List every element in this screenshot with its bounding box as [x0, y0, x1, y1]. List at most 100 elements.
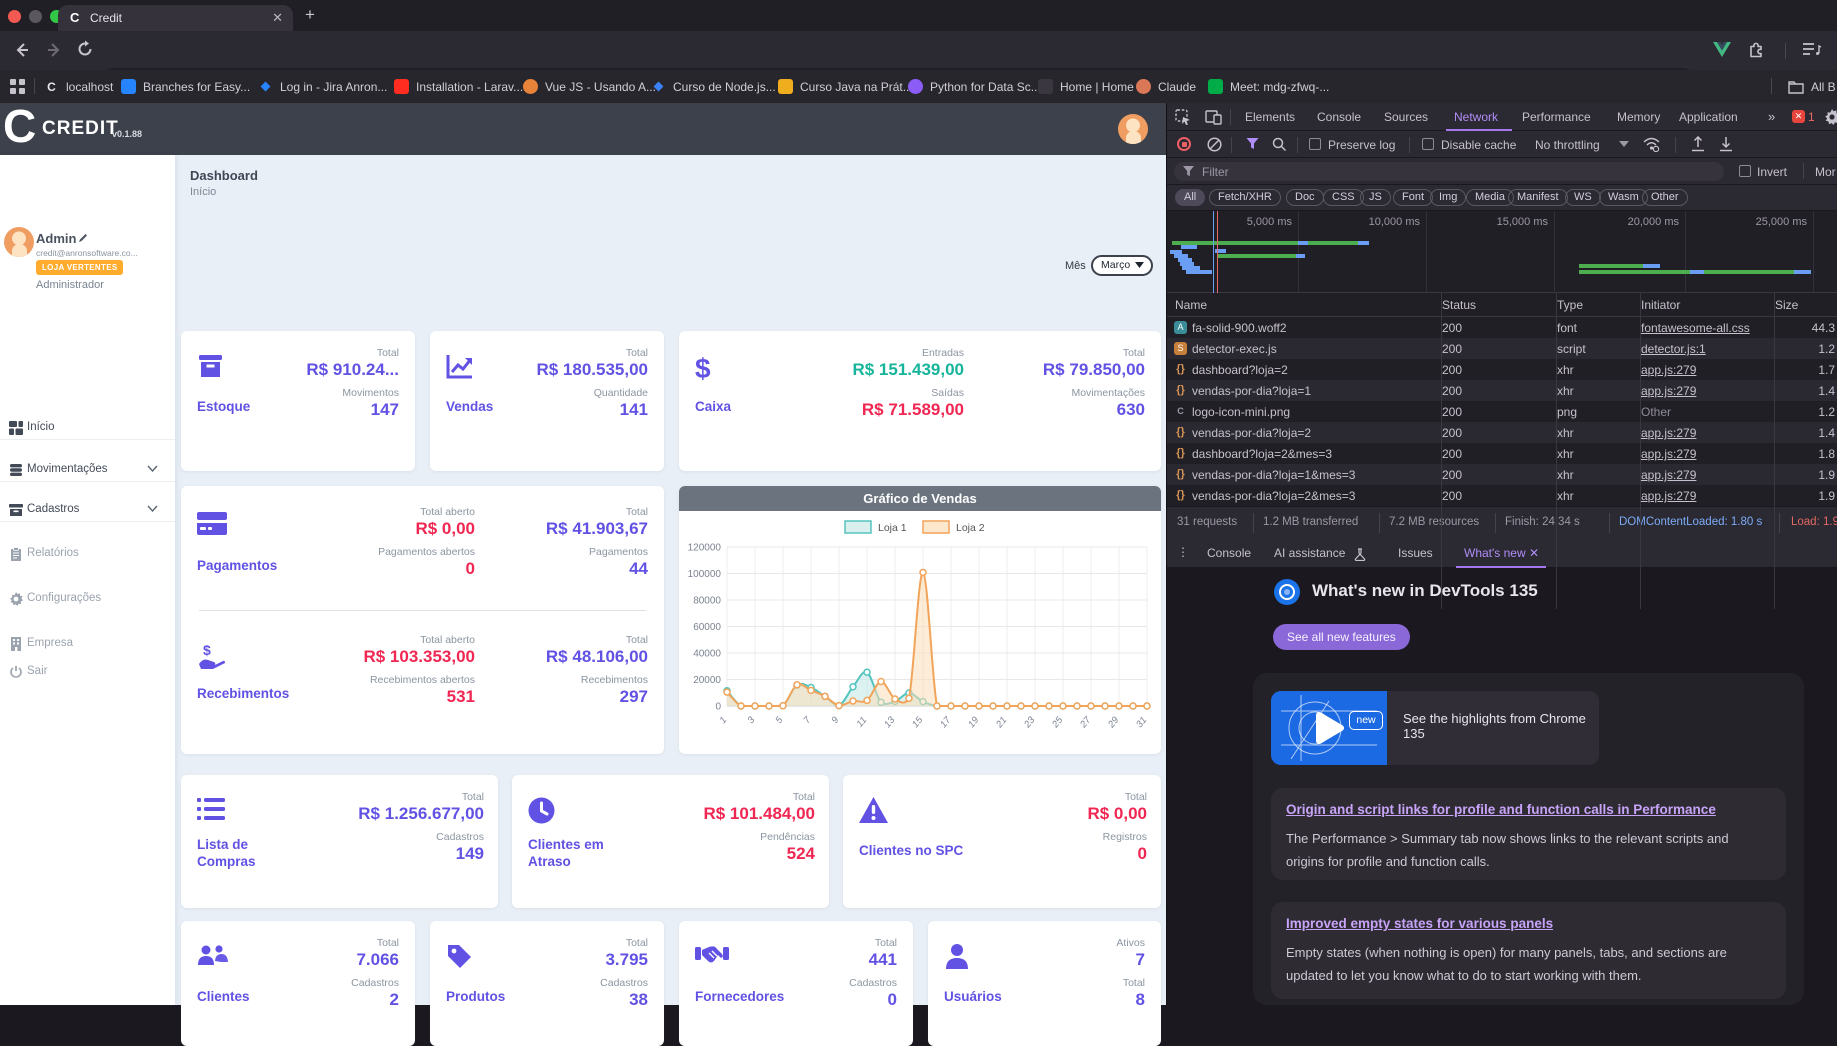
reload-icon[interactable] [76, 40, 94, 58]
throttling-select[interactable]: No throttling [1535, 138, 1600, 152]
drawer-tab-aiassistance[interactable]: AI assistance [1274, 546, 1345, 560]
invert-checkbox[interactable] [1739, 165, 1751, 177]
column-header-type[interactable]: Type [1557, 298, 1583, 312]
devtools-tab-memory[interactable]: Memory [1617, 110, 1660, 124]
drawer-menu-icon[interactable]: ⋮ [1177, 545, 1190, 559]
network-request-row[interactable]: {} vendas-por-dia?loja=2&mes=3 200 xhr app.j… [1167, 485, 1837, 506]
bookmark-item[interactable]: Meet: mdg-zfwq-... [1208, 78, 1329, 95]
network-request-row[interactable]: Sdetector-exec.js 200 script detector.js:1 1… [1167, 338, 1837, 359]
type-filter-ws[interactable]: WS [1565, 189, 1601, 206]
type-filter-manifest[interactable]: Manifest [1508, 189, 1568, 206]
import-har-icon[interactable] [1691, 136, 1705, 152]
bookmark-item[interactable]: Installation - Larav... [394, 78, 523, 95]
window-close-button[interactable] [8, 10, 21, 23]
request-initiator[interactable]: app.js:279 [1641, 468, 1769, 482]
sidebar-item-sair[interactable]: Sair [0, 657, 175, 687]
bookmark-item[interactable]: Branches for Easy... [121, 78, 250, 95]
vue-devtools-icon[interactable] [1713, 42, 1731, 58]
devtools-tab-sources[interactable]: Sources [1384, 110, 1428, 124]
export-har-icon[interactable] [1719, 136, 1733, 152]
more-tabs-icon[interactable]: » [1768, 109, 1775, 124]
devtools-tab-console[interactable]: Console [1317, 110, 1361, 124]
record-button[interactable] [1177, 137, 1191, 151]
forward-icon[interactable] [44, 40, 64, 60]
month-select[interactable]: Março [1091, 255, 1153, 276]
clear-icon[interactable] [1207, 137, 1222, 152]
extensions-icon[interactable] [1748, 41, 1766, 59]
type-filter-media[interactable]: Media [1466, 189, 1514, 206]
column-header-name[interactable]: Name [1175, 298, 1207, 312]
request-initiator[interactable]: app.js:279 [1641, 384, 1769, 398]
search-icon[interactable] [1272, 137, 1286, 151]
inspect-icon[interactable] [1175, 109, 1191, 125]
network-request-row[interactable]: {} vendas-por-dia?loja=1&mes=3 200 xhr app.j… [1167, 464, 1837, 485]
drawer-tab-issues[interactable]: Issues [1398, 546, 1433, 560]
request-initiator[interactable]: app.js:279 [1641, 426, 1769, 440]
type-filter-fetchxhr[interactable]: Fetch/XHR [1209, 189, 1281, 206]
type-filter-img[interactable]: Img [1430, 189, 1467, 206]
type-filter-css[interactable]: CSS [1323, 189, 1364, 206]
network-request-row[interactable]: Afa-solid-900.woff2 200 font fontawesome-al… [1167, 317, 1837, 338]
column-header-status[interactable]: Status [1442, 298, 1476, 312]
bookmark-item[interactable]: Log in - Jira Anron... [258, 78, 387, 95]
bookmark-item[interactable]: Curso de Node.js... [651, 78, 776, 95]
type-filter-all[interactable]: All [1175, 189, 1206, 206]
network-request-row[interactable]: {} vendas-por-dia?loja=1 200 xhr app.js:279 1… [1167, 380, 1837, 401]
highlights-video-card[interactable]: new See the highlights from Chrome 135 [1271, 691, 1599, 765]
network-request-row[interactable]: {} dashboard?loja=2&mes=3 200 xhr app.js:279… [1167, 443, 1837, 464]
all-bookmarks-button[interactable]: All B [1788, 78, 1836, 95]
article-link[interactable]: Origin and script links for profile and … [1286, 802, 1716, 817]
settings-gear-icon[interactable] [1824, 109, 1837, 125]
article-link[interactable]: Improved empty states for various panels [1286, 916, 1553, 931]
type-filter-wasm[interactable]: Wasm [1599, 189, 1648, 206]
type-filter-js[interactable]: JS [1360, 189, 1391, 206]
network-request-row[interactable]: Clogo-icon-mini.png 200 png Other 1.2 [1167, 401, 1837, 422]
reading-list-icon[interactable] [1802, 42, 1822, 59]
window-minimize-button[interactable] [29, 10, 42, 23]
filter-funnel-icon[interactable] [1246, 138, 1259, 150]
devtools-tab-network[interactable]: Network [1454, 110, 1498, 124]
disable-cache-checkbox[interactable] [1422, 138, 1434, 150]
type-filter-doc[interactable]: Doc [1286, 189, 1324, 206]
more-filters-label[interactable]: Mor [1815, 165, 1836, 179]
back-icon[interactable] [12, 40, 32, 60]
devtools-tab-application[interactable]: Application [1679, 110, 1738, 124]
type-filter-other[interactable]: Other [1642, 189, 1688, 206]
type-filter-font[interactable]: Font [1393, 189, 1434, 206]
request-initiator[interactable]: detector.js:1 [1641, 342, 1769, 356]
network-request-row[interactable]: {} dashboard?loja=2 200 xhr app.js:279 1.7 [1167, 359, 1837, 380]
see-all-features-button[interactable]: See all new features [1273, 624, 1410, 650]
bookmark-item[interactable]: Python for Data Sc... [908, 78, 1041, 95]
browser-tab[interactable]: C Credit ✕ [58, 5, 293, 31]
request-initiator[interactable]: app.js:279 [1641, 447, 1769, 461]
apps-grid-icon[interactable] [10, 79, 25, 94]
error-badge-icon[interactable]: ✕ [1792, 110, 1805, 123]
device-toolbar-icon[interactable] [1205, 109, 1222, 125]
tab-close-icon[interactable]: ✕ [272, 10, 283, 26]
bookmark-item[interactable]: Claude [1136, 78, 1196, 95]
drawer-tab-whatsnew[interactable]: What's new ✕ [1464, 546, 1539, 560]
bookmark-item[interactable]: Home | Home [1038, 78, 1134, 95]
preserve-log-checkbox[interactable] [1309, 138, 1321, 150]
network-conditions-icon[interactable] [1643, 137, 1660, 152]
request-initiator[interactable]: app.js:279 [1641, 489, 1769, 503]
edit-pencil-icon[interactable] [78, 233, 88, 243]
sidebar-item-empresa[interactable]: Empresa [0, 629, 175, 659]
devtools-tab-elements[interactable]: Elements [1245, 110, 1295, 124]
sidebar-item-cadastros[interactable]: Cadastros [0, 495, 175, 525]
new-tab-button[interactable]: + [305, 5, 315, 25]
bookmark-item[interactable]: Vue JS - Usando A... [523, 78, 656, 95]
network-request-row[interactable]: {} vendas-por-dia?loja=2 200 xhr app.js:279 1… [1167, 422, 1837, 443]
request-initiator[interactable]: app.js:279 [1641, 363, 1769, 377]
sidebar-item-inicio[interactable]: Início [0, 413, 175, 443]
bookmark-item[interactable]: Clocalhost [44, 78, 113, 95]
request-initiator[interactable]: fontawesome-all.css [1641, 321, 1769, 335]
devtools-tab-performance[interactable]: Performance [1522, 110, 1591, 124]
sidebar-item-configuracoes[interactable]: Configurações [0, 584, 175, 614]
column-header-initiator[interactable]: Initiator [1641, 298, 1680, 312]
drawer-tab-console[interactable]: Console [1207, 546, 1251, 560]
header-avatar[interactable] [1118, 114, 1148, 144]
filter-input[interactable]: Filter [1174, 162, 1724, 181]
sidebar-item-movimentacoes[interactable]: Movimentações [0, 455, 175, 485]
bookmark-item[interactable]: Curso Java na Prát... [778, 78, 913, 95]
